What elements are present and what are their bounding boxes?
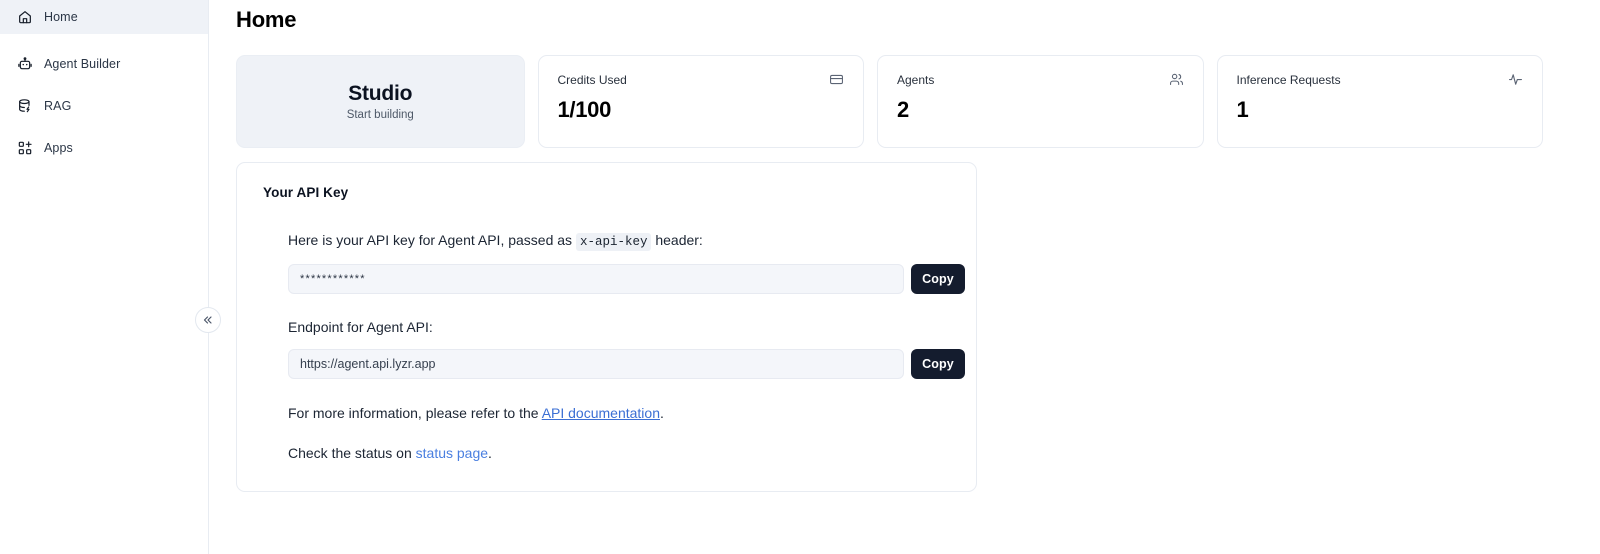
app-root: Home Agent Builder RAG Apps Home Studio … [0,0,1600,554]
stat-card-agents: Agents 2 [877,55,1204,149]
studio-card[interactable]: Studio Start building [236,55,525,149]
endpoint-field-row: https://agent.api.lyzr.app Copy [288,348,965,379]
users-icon [1169,72,1184,87]
sidebar-item-label: Agent Builder [44,56,121,71]
main-content: Home Studio Start building Credits Used … [209,0,1600,554]
grid-plus-icon [16,140,33,157]
status-page-prefix: Check the status on [288,445,412,462]
api-key-description-suffix: header: [655,232,703,249]
api-key-header-code: x-api-key [575,233,652,252]
stat-card-header: Credits Used [558,74,845,87]
chevrons-left-icon [202,314,214,326]
home-icon [16,9,33,26]
activity-icon [1508,72,1523,87]
sidebar-item-label: RAG [44,98,72,113]
status-page-link[interactable]: status page [416,445,488,461]
api-key-panel-title: Your API Key [263,185,349,201]
api-documentation-link[interactable]: API documentation [542,405,660,421]
studio-card-subtitle: Start building [346,109,414,122]
credit-card-icon [829,72,844,87]
stat-value: 1 [1236,97,1249,123]
stat-card-header: Inference Requests [1237,74,1524,87]
bot-icon [16,56,33,73]
sidebar-collapse-button[interactable] [195,307,221,333]
sidebar-item-rag[interactable]: RAG [0,89,208,123]
sidebar-item-label: Home [44,9,78,24]
sidebar-item-label: Apps [44,140,73,155]
api-key-input[interactable]: ************ [288,263,904,294]
sidebar-item-apps[interactable]: Apps [0,131,208,165]
stat-label: Inference Requests [1236,73,1341,88]
api-key-field-row: ************ Copy [288,263,965,294]
copy-api-key-button[interactable]: Copy [911,263,965,294]
api-key-description-prefix: Here is your API key for Agent API, pass… [288,232,573,249]
endpoint-label: Endpoint for Agent API: [288,318,433,335]
stat-label: Credits Used [557,73,627,88]
stat-cards-row: Studio Start building Credits Used 1/100 [236,55,1543,149]
stat-card-inference-requests: Inference Requests 1 [1216,55,1543,149]
sidebar-item-agent-builder[interactable]: Agent Builder [0,47,208,81]
studio-card-title: Studio [348,82,413,106]
endpoint-input[interactable]: https://agent.api.lyzr.app [288,348,904,379]
stat-card-header: Agents [897,74,1184,87]
database-icon [16,98,33,115]
copy-endpoint-button[interactable]: Copy [911,348,965,379]
sidebar-item-home[interactable]: Home [0,0,208,34]
status-page-suffix: . [488,445,492,462]
status-page-line: Check the status on status page. [288,443,949,463]
api-documentation-prefix: For more information, please refer to th… [288,404,539,421]
stat-value: 2 [897,97,909,123]
api-documentation-suffix: . [659,404,664,421]
api-documentation-line: For more information, please refer to th… [288,403,949,423]
api-key-panel: Your API Key Here is your API key for Ag… [236,162,977,493]
api-key-panel-body: Here is your API key for Agent API, pass… [263,230,965,463]
api-key-description: Here is your API key for Agent API, pass… [288,230,949,252]
stat-card-credits-used: Credits Used 1/100 [537,55,864,149]
stat-value: 1/100 [557,97,612,123]
page-title: Home [236,7,297,32]
stat-label: Agents [897,73,935,88]
sidebar: Home Agent Builder RAG Apps [0,0,209,554]
